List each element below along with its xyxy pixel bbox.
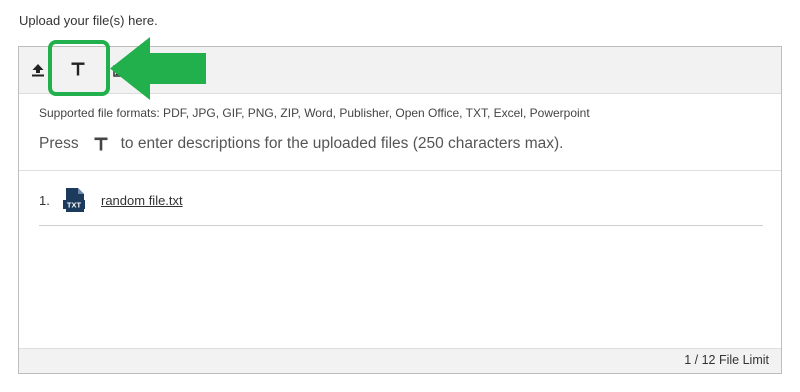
file-name-link[interactable]: random file.txt <box>101 193 183 208</box>
file-number: 1. <box>39 192 50 208</box>
file-row-divider <box>39 225 763 226</box>
upload-icon[interactable] <box>31 63 45 77</box>
upload-instructions: Upload your file(s) here. <box>19 13 158 28</box>
description-hint: Press to enter descriptions for the uplo… <box>39 135 563 153</box>
txt-file-icon: TXT <box>63 188 85 212</box>
supported-formats-text: Supported file formats: PDF, JPG, GIF, P… <box>39 106 590 120</box>
hint-description-text: to enter descriptions for the uploaded f… <box>120 135 564 152</box>
divider <box>19 170 781 171</box>
hint-press-text: Press <box>39 135 79 152</box>
file-limit-counter: 1 / 12 File Limit <box>684 353 769 367</box>
file-list-item: 1. TXT random file.txt <box>39 187 183 213</box>
uploader-footer: 1 / 12 File Limit <box>19 348 781 373</box>
highlight-box <box>48 40 110 96</box>
pointer-arrow-icon <box>110 37 206 100</box>
text-T-icon <box>94 137 108 151</box>
file-type-label: TXT <box>67 200 82 209</box>
